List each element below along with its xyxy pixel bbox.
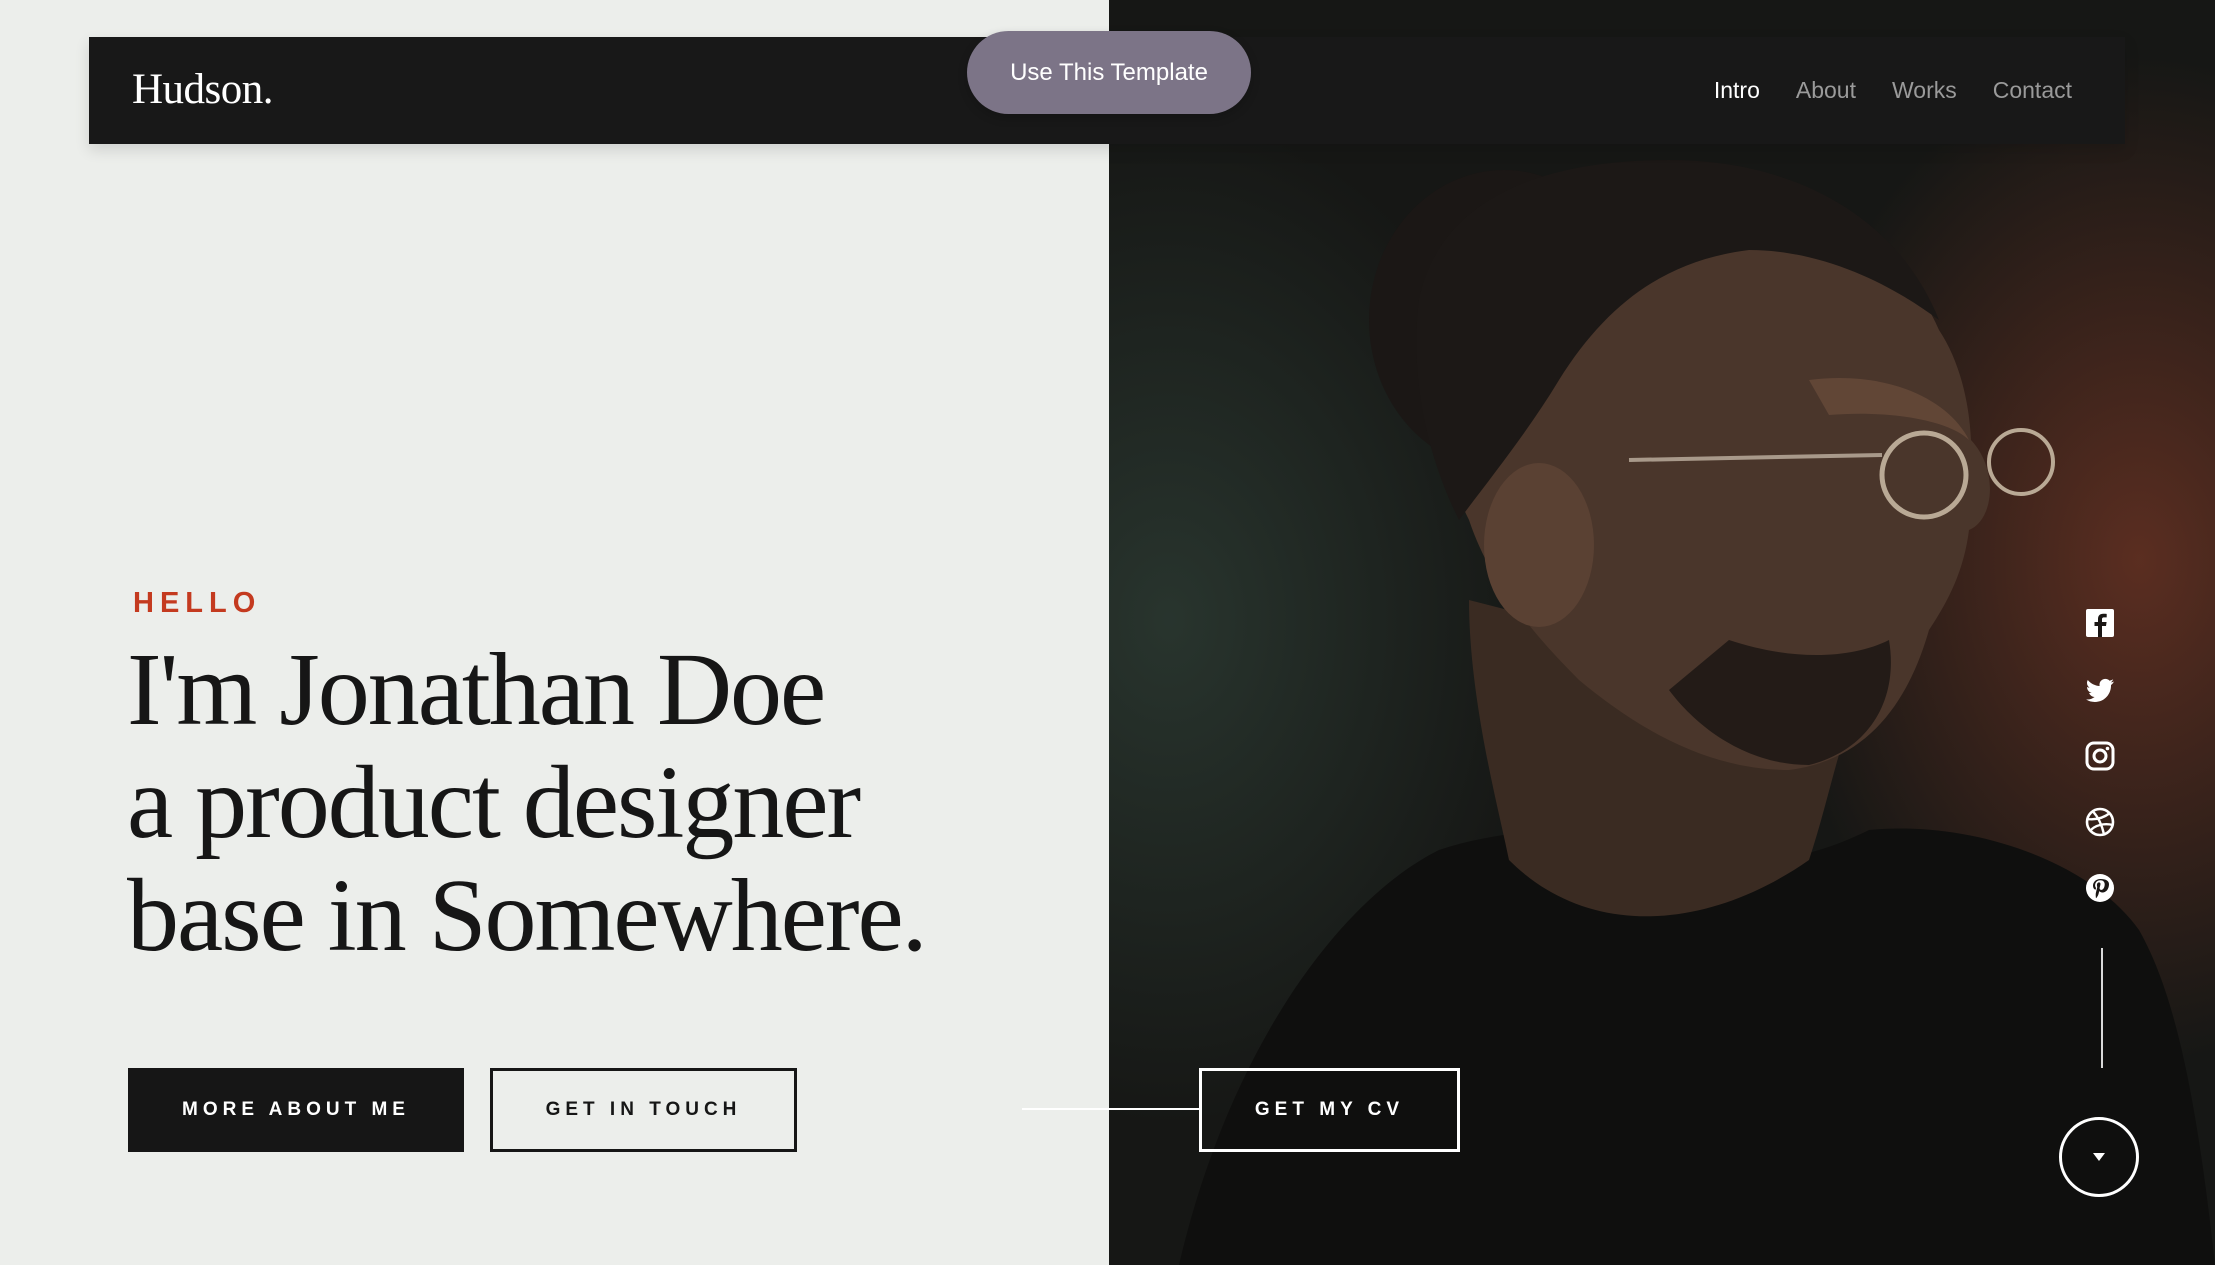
cv-connector-line bbox=[1022, 1108, 1199, 1110]
scroll-down-button[interactable] bbox=[2059, 1117, 2139, 1197]
pinterest-icon[interactable] bbox=[2084, 872, 2116, 904]
instagram-icon[interactable] bbox=[2084, 740, 2116, 772]
headline-line: I'm Jonathan Doe bbox=[127, 632, 826, 747]
chevron-down-icon bbox=[2093, 1153, 2105, 1161]
dribbble-icon[interactable] bbox=[2084, 806, 2116, 838]
twitter-icon[interactable] bbox=[2084, 674, 2116, 706]
get-my-cv-button[interactable]: GET MY CV bbox=[1199, 1068, 1460, 1152]
headline-line: a product designer bbox=[127, 745, 861, 860]
facebook-icon[interactable] bbox=[2084, 607, 2116, 639]
hero-eyebrow: HELLO bbox=[133, 587, 262, 619]
main-nav: Intro About Works Contact bbox=[1714, 77, 2072, 104]
nav-item-about[interactable]: About bbox=[1796, 77, 1856, 104]
nav-item-contact[interactable]: Contact bbox=[1993, 77, 2072, 104]
use-template-button[interactable]: Use This Template bbox=[967, 31, 1251, 114]
nav-item-works[interactable]: Works bbox=[1892, 77, 1957, 104]
nav-item-intro[interactable]: Intro bbox=[1714, 77, 1760, 104]
hero-headline: I'm Jonathan Doe a product designer base… bbox=[127, 633, 1127, 972]
more-about-me-button[interactable]: MORE ABOUT ME bbox=[128, 1068, 464, 1152]
headline-line: base in Somewhere. bbox=[127, 858, 928, 973]
get-in-touch-button[interactable]: GET IN TOUCH bbox=[490, 1068, 797, 1152]
site-logo[interactable]: Hudson. bbox=[132, 65, 274, 114]
social-divider-line bbox=[2101, 948, 2103, 1068]
